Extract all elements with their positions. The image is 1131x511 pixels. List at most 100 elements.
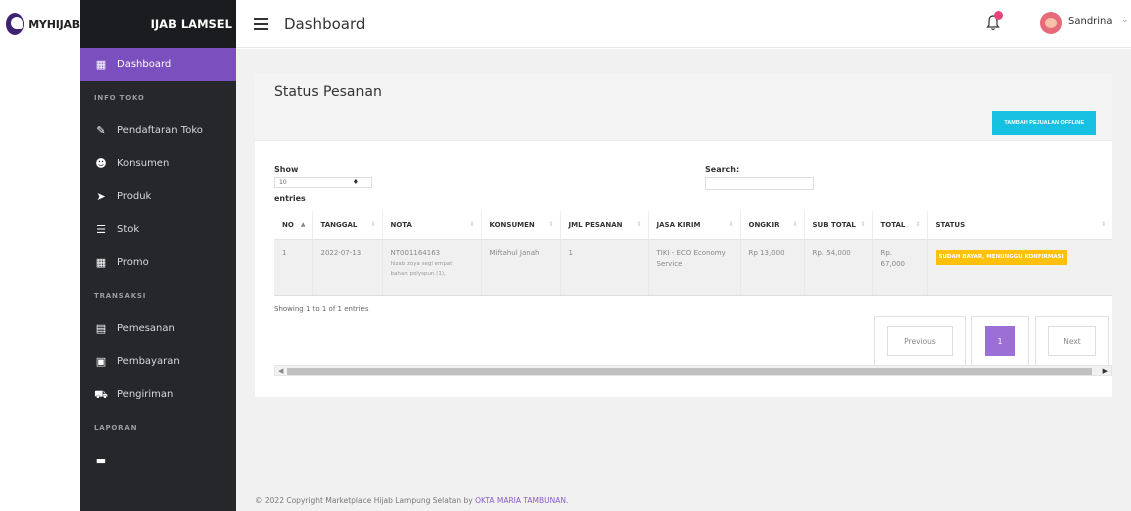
- table-row[interactable]: 1 2022-07-13 NT001164163 hizab zoya segi…: [274, 239, 1112, 296]
- column-header-jasa-kirim[interactable]: JASA KIRIM ⇕: [647, 211, 740, 240]
- page-1-button[interactable]: 1: [985, 326, 1015, 356]
- entries-select[interactable]: 10 ♦: [274, 177, 372, 188]
- column-header-nota[interactable]: NOTA ⇕: [381, 211, 481, 240]
- user-edit-icon: ✎: [96, 123, 106, 137]
- bell-icon[interactable]: [986, 11, 1003, 31]
- add-offline-sale-button[interactable]: TAMBAH PEJUALAN OFFLINE: [992, 111, 1096, 135]
- hijab-logo-icon: [6, 13, 25, 35]
- cell-nota: NT001164163 hizab zoya segi empat bahan …: [381, 239, 481, 296]
- scroll-right-icon[interactable]: ▶: [1103, 366, 1108, 376]
- avatar[interactable]: [1040, 12, 1062, 34]
- sidebar-section-laporan: LAPORAN: [94, 423, 138, 432]
- sidebar-item-konsumen[interactable]: ☻ Konsumen: [80, 147, 236, 180]
- column-header-tanggal[interactable]: TANGGAL ⇕: [311, 211, 382, 240]
- document-icon: ▤: [95, 321, 107, 335]
- main-content: Status Pesanan TAMBAH PEJUALAN OFFLINE S…: [236, 49, 1131, 511]
- sort-icon: ⇕: [792, 221, 798, 228]
- brand-name: MYHIJAB: [28, 17, 80, 31]
- sidebar-item-stok[interactable]: ☰ Stok: [80, 213, 236, 246]
- sidebar-item-label: Dashboard: [117, 59, 172, 70]
- sidebar-item-dashboard[interactable]: ▦ Dashboard: [80, 48, 236, 81]
- nota-number: NT001164163: [390, 248, 441, 257]
- column-header-total[interactable]: TOTAL ⇕: [871, 211, 927, 240]
- sidebar-item-label: Promo: [117, 257, 149, 268]
- hamburger-menu-icon[interactable]: [254, 17, 268, 30]
- sidebar-section-info-toko: INFO TOKO: [94, 93, 145, 102]
- sidebar-item-pemesanan[interactable]: ▤ Pemesanan: [80, 312, 236, 345]
- sidebar-item-label: Pendaftaran Toko: [117, 125, 203, 136]
- cell-sub-total: Rp. 54,000: [803, 239, 872, 296]
- column-header-jml-pesanan[interactable]: JML PESANAN ⇕: [559, 211, 648, 240]
- pagination-next[interactable]: Next: [1035, 316, 1109, 366]
- cell-total: Rp. 67,000: [871, 239, 927, 296]
- card-header: Status Pesanan TAMBAH PEJUALAN OFFLINE: [255, 73, 1112, 141]
- footer-author-link[interactable]: OKTA MARIA TAMBUNAN: [475, 496, 566, 505]
- truck-arrow-icon: ➤: [96, 189, 106, 203]
- cell-konsumen: Miftahul Janah: [480, 239, 560, 296]
- page-title: Dashboard: [284, 14, 366, 33]
- column-header-sub-total[interactable]: SUB TOTAL ⇕: [803, 211, 872, 240]
- footer-end: .: [565, 496, 569, 505]
- sort-icon: ⇕: [469, 221, 475, 228]
- sort-icon: ⇕: [548, 221, 554, 228]
- sidebar-item-pendaftaran-toko[interactable]: ✎ Pendaftaran Toko: [80, 114, 236, 147]
- horizontal-scrollbar[interactable]: ◀ ▶: [274, 365, 1112, 376]
- sort-icon: ⇕: [860, 221, 866, 228]
- entries-label: entries: [274, 194, 306, 203]
- entries-select-value: 10: [279, 179, 287, 186]
- nota-detail: bahan polyspun (1),: [390, 270, 446, 277]
- cell-tanggal: 2022-07-13: [311, 239, 382, 296]
- status-pesanan-card: Status Pesanan TAMBAH PEJUALAN OFFLINE S…: [255, 73, 1112, 397]
- sidebar-item-produk[interactable]: ➤ Produk: [80, 180, 236, 213]
- sort-icon: ⇕: [728, 221, 734, 228]
- column-header-no[interactable]: NO ▲: [274, 211, 312, 240]
- sidebar-item-pengiriman[interactable]: ⛟ Pengiriman: [80, 378, 236, 411]
- table-info: Showing 1 to 1 of 1 entries: [274, 305, 369, 313]
- cell-status: SUDAH BAYAR, MENUNGGU KONFIRMASI: [926, 239, 1112, 296]
- chevron-down-icon[interactable]: ⌄: [1121, 15, 1129, 25]
- wallet-icon: ▣: [95, 354, 107, 368]
- sidebar-item-label: Pemesanan: [117, 323, 175, 334]
- app-root: MYHIJAB IJAB LAMSEL ▦ Dashboard INFO TOK…: [0, 0, 1131, 511]
- sidebar-item-label: Konsumen: [117, 158, 170, 169]
- store-icon: ▦: [95, 255, 107, 269]
- report-icon: ▬: [95, 453, 107, 467]
- sidebar-item-laporan[interactable]: ▬: [80, 444, 236, 477]
- topbar: Dashboard Sandrina ⌄: [236, 0, 1131, 48]
- user-name[interactable]: Sandrina: [1068, 16, 1113, 27]
- previous-button[interactable]: Previous: [887, 326, 953, 356]
- cell-ongkir: Rp 13,000: [739, 239, 804, 296]
- footer-text: © 2022 Copyright Marketplace Hijab Lampu…: [255, 496, 476, 505]
- footer: © 2022 Copyright Marketplace Hijab Lampu…: [255, 496, 568, 505]
- next-button[interactable]: Next: [1048, 326, 1096, 356]
- status-badge: SUDAH BAYAR, MENUNGGU KONFIRMASI: [935, 249, 1067, 265]
- pagination-previous[interactable]: Previous: [874, 316, 966, 366]
- sidebar-header: IJAB LAMSEL: [80, 0, 236, 48]
- column-header-status[interactable]: STATUS ⇕: [926, 211, 1112, 240]
- scroll-left-icon[interactable]: ◀: [278, 366, 283, 376]
- store-icon: ▦: [95, 57, 107, 71]
- sidebar-item-label: Produk: [117, 191, 152, 202]
- sidebar-item-label: Stok: [117, 224, 140, 235]
- sidebar-section-transaksi: TRANSAKSI: [94, 291, 147, 300]
- search-label: Search:: [705, 165, 740, 174]
- scrollbar-thumb[interactable]: [287, 368, 1092, 375]
- list-icon: ☰: [96, 222, 106, 236]
- notification-badge: [994, 11, 1003, 20]
- brand[interactable]: MYHIJAB: [0, 0, 80, 48]
- column-header-konsumen[interactable]: KONSUMEN ⇕: [480, 211, 560, 240]
- cell-no: 1: [274, 239, 312, 296]
- sidebar-item-label: Pengiriman: [117, 389, 174, 400]
- select-arrow-icon: ♦: [352, 178, 359, 186]
- nota-detail: hizab zoya segi empat: [390, 260, 453, 267]
- search-input[interactable]: [705, 177, 814, 190]
- pagination-page[interactable]: 1: [971, 316, 1029, 366]
- cell-jasa-kirim: TIKI - ECO Economy Service: [647, 239, 740, 296]
- sort-icon: ⇕: [1100, 221, 1106, 228]
- sort-asc-icon: ▲: [300, 221, 306, 228]
- sidebar-title: IJAB LAMSEL: [150, 17, 232, 31]
- truck-icon: ⛟: [94, 387, 108, 401]
- column-header-ongkir[interactable]: ONGKIR ⇕: [739, 211, 804, 240]
- sidebar-item-pembayaran[interactable]: ▣ Pembayaran: [80, 345, 236, 378]
- sidebar-item-promo[interactable]: ▦ Promo: [80, 246, 236, 279]
